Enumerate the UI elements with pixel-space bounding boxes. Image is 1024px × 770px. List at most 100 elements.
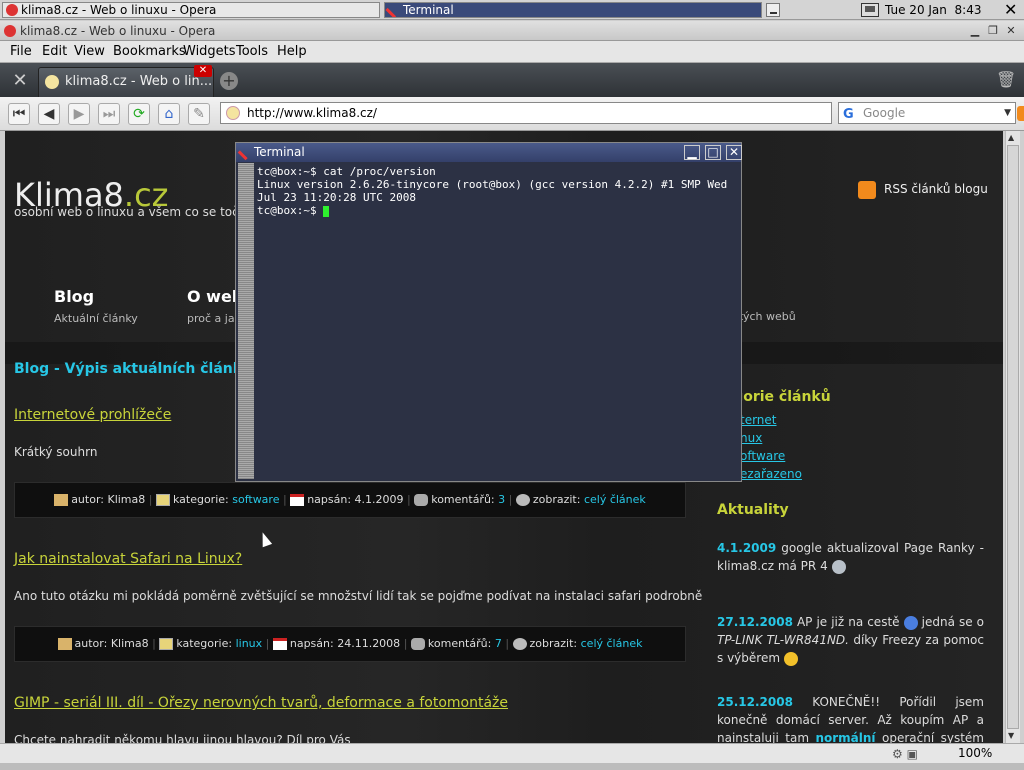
terminal-title: Terminal [254,145,305,159]
post-title[interactable]: GIMP - seriál III. díl - Ořezy nerovných… [14,695,508,711]
opera-icon [6,4,18,16]
author-icon [54,494,69,506]
chevron-down-icon[interactable]: ▼ [1004,103,1011,123]
comments-icon [414,494,429,506]
menu-bookmarks[interactable]: Bookmarks [113,44,186,59]
category-icon [159,638,174,650]
author-icon [57,638,72,650]
minimize-button[interactable]: ▁ [684,145,700,160]
restore-button[interactable]: ❐ [986,24,1000,38]
window-titlebar: klima8.cz - Web o linuxu - Opera [0,21,1024,41]
window-title: klima8.cz - Web o linuxu - Opera [20,24,216,38]
menu-view[interactable]: View [74,44,105,59]
menu-widgets[interactable]: Widgets [183,44,236,59]
rss-icon [858,181,876,199]
terminal-icon [237,144,254,161]
nav-blog[interactable]: Blog Aktuální články [54,287,138,325]
home-icon[interactable]: ⌂ [158,103,180,125]
search-placeholder: Google [863,106,906,120]
fast-forward-icon[interactable]: ⏭ [98,103,120,125]
back-icon[interactable]: ◀ [38,103,60,125]
clock: Tue 20 Jan 8:43 [885,3,982,17]
category-link-nezarazeno[interactable]: ezařazeno [740,467,802,481]
terminal-output[interactable]: tc@box:~$ cat /proc/version Linux version… [257,165,739,479]
minimize-button[interactable]: ▁ [968,24,982,38]
post-meta: autor: Klima8 | kategorie: software | na… [14,482,686,518]
address-field[interactable]: http://www.klima8.cz/ ▼ [220,102,1024,124]
post-meta: autor: Klima8 | kategorie: linux | napsá… [14,626,686,662]
terminal-window[interactable]: Terminal ▁ □ ✕ tc@box:~$ cat /proc/versi… [235,142,742,482]
terminal-icon [385,3,403,17]
taskbar-item-opera[interactable]: klima8.cz - Web o linuxu - Opera [2,2,380,18]
terminal-line: Linux version 2.6.26-tinycore (root@box)… [257,178,734,204]
category-link-software[interactable]: oftware [740,449,785,463]
tab-bar: ✕ klima8.cz - Web o lin... [0,63,1024,97]
category-link-internet[interactable]: ternet [740,413,777,427]
rewind-icon[interactable]: ⏮ [8,103,30,125]
calendar-icon [290,494,305,506]
page-scrollbar[interactable]: ▲ ▼ [1005,131,1020,743]
category-link[interactable]: linux [236,637,263,650]
taskbar-item-terminal[interactable]: Terminal [384,2,762,18]
reload-icon[interactable]: ⟳ [128,103,150,125]
search-input[interactable]: G Google ▼ [838,102,1016,124]
menu-file[interactable]: File [10,44,32,59]
opera-icon [4,25,16,37]
comments-link[interactable]: 3 [498,493,505,506]
category-link-linux[interactable]: nux [740,431,762,445]
tab-close-icon[interactable]: ✕ [194,65,212,77]
close-button[interactable]: ✕ [1004,24,1018,38]
menu-edit[interactable]: Edit [42,44,67,59]
calendar-icon [272,638,287,650]
trash-icon[interactable]: 🗑 [996,70,1016,90]
mouse-cursor [257,530,273,548]
magnifier-icon [512,638,527,650]
zoom-level[interactable]: 100% [958,746,992,760]
new-tab-icon[interactable]: + [220,72,238,90]
tools-icon[interactable]: ✕ [10,71,30,91]
post-title[interactable]: Internetové prohlížeče [14,407,171,423]
terminal-prompt-line: tc@box:~$ [257,204,739,217]
status-icons[interactable]: ⚙ ▣ [892,747,932,761]
close-icon[interactable]: ✕ [1004,1,1017,19]
monitor-icon[interactable] [861,3,879,17]
menu-help[interactable]: Help [277,44,307,59]
news-heading: Aktuality [717,502,789,518]
scrollbar-thumb[interactable] [1007,145,1019,729]
news-item: 25.12.2008 KONEČNĚ!! Pořídil jsem konečn… [717,695,984,743]
terminal-line: tc@box:~$ cat /proc/version [257,165,436,178]
nav-item-partial[interactable]: kých webů [737,310,796,323]
maximize-button[interactable]: □ [705,145,721,160]
scroll-down-icon[interactable]: ▼ [1008,731,1014,740]
menu-tools[interactable]: Tools [236,44,268,59]
close-button[interactable]: ✕ [726,145,742,160]
news-item: 27.12.2008 AP je již na cestě jedná se o… [717,615,984,666]
minimize-all-icon[interactable] [766,3,780,17]
rss-icon[interactable] [1017,106,1024,121]
terminal-titlebar[interactable]: Terminal [236,143,741,162]
forward-icon[interactable]: ▶ [68,103,90,125]
tab-klima8[interactable]: klima8.cz - Web o lin... [38,67,214,97]
google-icon: G [843,107,854,122]
comments-link[interactable]: 7 [495,637,502,650]
full-article-link[interactable]: celý článek [581,637,643,650]
status-bar: ⚙ ▣ 100% [0,743,1024,763]
favicon-icon [45,75,59,89]
post-title[interactable]: Jak nainstalovat Safari na Linux? [14,551,242,567]
site-tagline: osobní web o linuxu a všem co se toči ko [14,205,260,219]
post-excerpt: Ano tuto otázku mi pokládá poměrně zvětš… [14,589,703,603]
taskbar: klima8.cz - Web o linuxu - Opera Termina… [0,0,1024,20]
magnifier-icon [515,494,530,506]
news-item: 4.1.2009 google aktualizoval Page Ranky … [717,541,984,574]
menubar: File Edit View Bookmarks Widgets Tools H… [0,41,1024,63]
category-link[interactable]: software [232,493,279,506]
full-article-link[interactable]: celý článek [584,493,646,506]
terminal-scrollbar[interactable] [238,163,254,479]
tab-label: klima8.cz - Web o lin... [65,74,213,89]
taskbar-item-label: klima8.cz - Web o linuxu - Opera [21,3,217,17]
edit-icon[interactable]: ✎ [188,103,210,125]
scroll-up-icon[interactable]: ▲ [1008,133,1014,142]
page-title: Blog - Výpis aktuálních článků [14,361,253,377]
rss-blog-link[interactable]: RSS článků blogu [858,181,988,199]
smiley-icon [831,559,846,574]
